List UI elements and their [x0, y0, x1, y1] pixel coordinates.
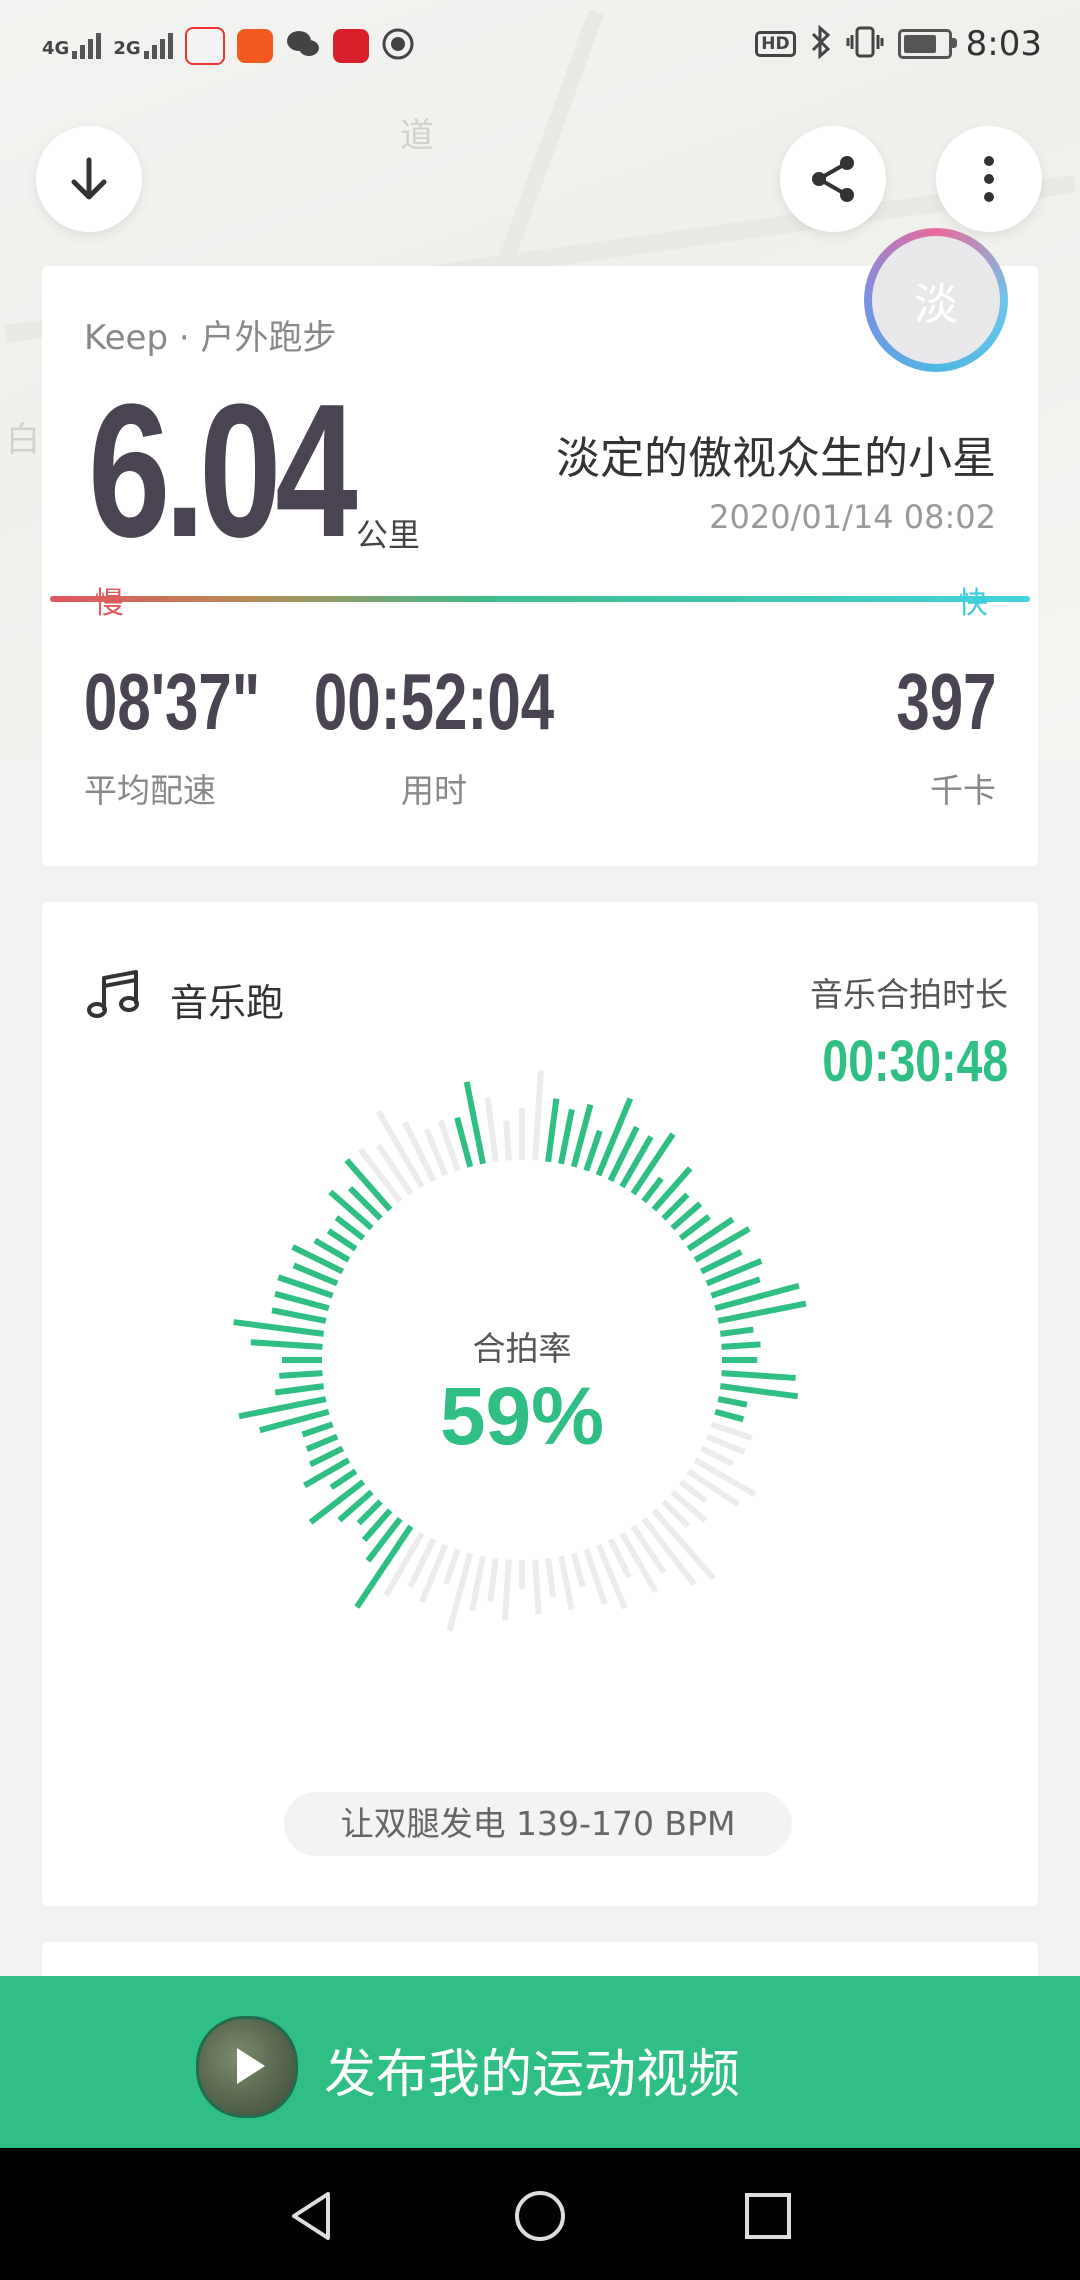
beat-bar — [532, 1070, 544, 1161]
beat-bar — [376, 1143, 414, 1196]
share-icon — [812, 156, 854, 202]
beat-bar — [678, 1479, 708, 1504]
user-avatar[interactable]: 淡 — [864, 228, 1008, 372]
beat-rate-label: 合拍率 — [472, 1329, 572, 1368]
bluetooth-icon — [810, 24, 832, 63]
beat-bar — [356, 1499, 383, 1526]
beat-bar — [545, 1557, 557, 1598]
avg-pace-value: 08'37" — [84, 657, 261, 746]
bpm-range-pill: 让双腿发电 139-170 BPM — [284, 1792, 792, 1856]
system-navigation-bar — [0, 2148, 1080, 2280]
map-label: 道 — [400, 116, 434, 156]
avg-pace-label: 平均配速 — [84, 771, 216, 810]
clock: 8:03 — [965, 24, 1042, 64]
calories-value: 397 — [895, 657, 996, 746]
bank-app-icon — [332, 29, 369, 63]
wechat-icon — [285, 28, 321, 64]
beat-bar — [693, 1457, 757, 1498]
beat-bar — [503, 1120, 512, 1161]
beat-bar — [443, 1548, 461, 1585]
pace-gradient-line — [50, 596, 1030, 602]
beat-bar — [328, 1189, 374, 1231]
slow-label: 慢 — [94, 586, 124, 621]
beat-bar — [641, 1176, 664, 1204]
battery-icon — [897, 29, 957, 59]
activity-source: Keep · 户外跑步 — [84, 318, 337, 358]
home-icon[interactable] — [512, 2188, 568, 2244]
avatar-initial: 淡 — [872, 236, 1000, 364]
more-options-button[interactable] — [936, 126, 1042, 232]
beat-bar — [271, 1307, 327, 1324]
beat-bar — [326, 1228, 358, 1252]
beat-bar — [558, 1108, 575, 1165]
beat-bar — [686, 1468, 740, 1508]
video-thumbnail — [196, 2016, 298, 2118]
app-notification-icon — [184, 27, 225, 65]
hd-icon: HD — [755, 31, 796, 57]
play-icon — [237, 2048, 265, 2084]
map-label: 白 — [6, 420, 40, 460]
more-vertical-icon — [984, 156, 994, 202]
arrow-down-icon — [71, 157, 107, 200]
app-notification-icon — [236, 29, 273, 63]
beat-bar — [595, 1097, 634, 1177]
download-button[interactable] — [36, 126, 142, 232]
run-datetime: 2020/01/14 08:02 — [709, 498, 996, 536]
beat-bar — [357, 1147, 403, 1204]
beat-bar — [274, 1290, 330, 1312]
distance-value: 6.04 — [88, 365, 358, 577]
beat-rate-value: 59% — [439, 1371, 605, 1462]
beat-bar — [532, 1559, 542, 1615]
publish-video-bar[interactable]: 发布我的运动视频 — [0, 1976, 1080, 2148]
beat-bar — [619, 1531, 659, 1594]
beat-bar — [501, 1559, 512, 1621]
beat-bar — [308, 1479, 366, 1525]
calories-label: 千卡 — [930, 771, 996, 810]
fast-label: 快 — [958, 586, 988, 621]
run-summary-card: Keep · 户外跑步 6.04 公里 淡定的傲视众生的小星 2020/01/1… — [42, 266, 1038, 866]
beat-bar — [454, 1116, 474, 1168]
beat-bar — [469, 1555, 486, 1612]
beat-bar — [487, 1557, 499, 1602]
recents-icon[interactable] — [742, 2190, 794, 2242]
share-button[interactable] — [780, 126, 886, 232]
user-nickname: 淡定的傲视众生的小星 — [556, 433, 996, 484]
beat-bar — [583, 1129, 603, 1172]
beat-bar — [329, 1468, 358, 1490]
beat-bar — [651, 1166, 693, 1212]
distance-unit: 公里 — [356, 516, 421, 554]
beat-bar — [484, 1097, 499, 1163]
beat-bar — [545, 1098, 560, 1163]
cellular-signal-icon: 4G — [42, 33, 102, 59]
duration-value: 00:52:04 — [313, 657, 555, 746]
vibrate-icon — [846, 25, 884, 63]
music-run-card: 音乐跑 音乐合拍时长 00:30:48 合拍率 59% 让双腿发电 139-17… — [42, 902, 1038, 1906]
cellular-signal-icon: 2G — [113, 33, 173, 59]
publish-video-label: 发布我的运动视频 — [324, 2045, 741, 2105]
status-bar: 4G 2G HD 8:03 — [0, 0, 1080, 92]
back-icon[interactable] — [284, 2188, 340, 2244]
beat-bar — [383, 1531, 425, 1597]
beat-bar — [558, 1555, 575, 1611]
beat-bar — [693, 1226, 751, 1263]
duration-label: 用时 — [401, 771, 467, 810]
beat-bar — [570, 1552, 586, 1588]
app-notification-icon — [381, 27, 415, 65]
